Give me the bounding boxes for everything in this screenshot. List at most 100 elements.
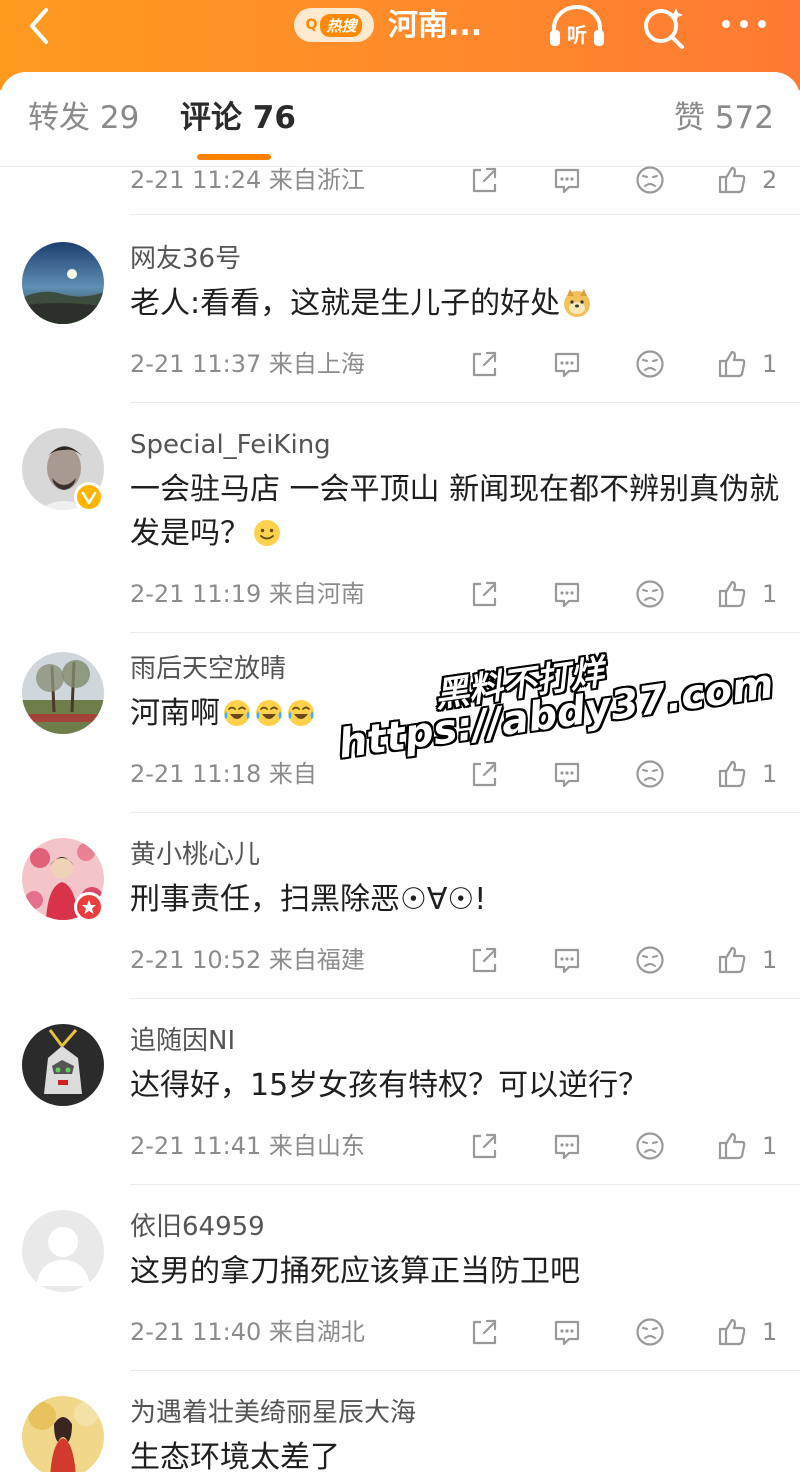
- more-icon[interactable]: [718, 4, 770, 44]
- reply-icon[interactable]: [551, 758, 583, 790]
- dislike-icon[interactable]: [634, 166, 666, 196]
- comment-text-content: 河南啊: [130, 696, 220, 731]
- like-count: 1: [762, 946, 778, 974]
- comment-text: 这男的拿刀捅死应该算正当防卫吧: [130, 1254, 580, 1289]
- reply-icon[interactable]: [551, 166, 583, 196]
- comment-meta: 2-21 11:24 来自浙江 2: [0, 166, 800, 200]
- comment-text: 生态环境太差了: [130, 1440, 340, 1472]
- dislike-icon[interactable]: [634, 578, 666, 610]
- share-icon[interactable]: [468, 578, 500, 610]
- like-count: 1: [762, 760, 778, 788]
- username[interactable]: 网友36号: [130, 242, 241, 276]
- laugh-cry-emoji-icon: [288, 700, 314, 726]
- comment-meta: 2-21 11:40 来自湖北 1: [0, 1312, 800, 1352]
- divider: [130, 214, 800, 215]
- like-icon[interactable]: [716, 578, 748, 610]
- username[interactable]: 追随因NI: [130, 1024, 235, 1058]
- comment-text: 达得好，15岁女孩有特权？可以逆行？: [130, 1068, 649, 1103]
- topic-title[interactable]: 河南...: [388, 4, 482, 48]
- comment-time: 2-21 11:19 来自河南: [130, 580, 365, 608]
- comment-meta: 2-21 10:52 来自福建 1: [0, 940, 800, 980]
- divider: [130, 632, 800, 633]
- back-icon[interactable]: [20, 6, 60, 46]
- comment-text-content: 一会驻马店 一会平顶山 新闻现在都不辨别真伪就发是吗？: [130, 472, 780, 551]
- reply-icon[interactable]: [551, 1130, 583, 1162]
- dislike-icon[interactable]: [634, 348, 666, 380]
- reply-icon[interactable]: [551, 1316, 583, 1348]
- comment-meta: 2-21 11:19 来自河南 1: [0, 574, 800, 614]
- share-icon[interactable]: [468, 348, 500, 380]
- like-count: 2: [762, 166, 778, 194]
- tab-bar: 转发 29 评论 76 赞 572: [0, 72, 800, 167]
- dislike-icon[interactable]: [634, 758, 666, 790]
- comment-text-content: 老人:看看，这就是生儿子的好处: [130, 286, 561, 321]
- divider: [130, 812, 800, 813]
- comment-text: 刑事责任，扫黑除恶☉∀☉!: [130, 882, 487, 917]
- comment-time: 2-21 10:52 来自福建: [130, 946, 365, 974]
- like-icon[interactable]: [716, 944, 748, 976]
- laugh-cry-emoji-icon: [224, 700, 250, 726]
- verified-badge-icon: [74, 482, 104, 512]
- active-tab-indicator: [197, 154, 271, 160]
- share-icon[interactable]: [468, 944, 500, 976]
- tab-like[interactable]: 赞 572: [674, 96, 774, 140]
- comment-meta: 2-21 11:18 来自 1: [0, 754, 800, 794]
- share-icon[interactable]: [468, 1130, 500, 1162]
- reply-icon[interactable]: [551, 944, 583, 976]
- divider: [130, 1370, 800, 1371]
- laugh-cry-emoji-icon: [256, 700, 282, 726]
- comment-meta: 2-21 11:37 来自上海 1: [0, 344, 800, 384]
- like-icon[interactable]: [716, 348, 748, 380]
- reply-icon[interactable]: [551, 578, 583, 610]
- dislike-icon[interactable]: [634, 944, 666, 976]
- like-icon[interactable]: [716, 758, 748, 790]
- share-icon[interactable]: [468, 166, 500, 196]
- hot-search-label: 热搜: [320, 13, 363, 37]
- comment-text: 一会驻马店 一会平顶山 新闻现在都不辨别真伪就发是吗？: [130, 468, 780, 556]
- like-icon[interactable]: [716, 166, 748, 196]
- search-icon[interactable]: [640, 4, 688, 52]
- like-count: 1: [762, 1132, 778, 1160]
- username[interactable]: Special_FeiKing: [130, 428, 331, 462]
- divider: [130, 998, 800, 999]
- hot-search-badge[interactable]: Q 热搜: [294, 8, 374, 42]
- tab-repost[interactable]: 转发 29: [28, 96, 139, 140]
- divider: [130, 1184, 800, 1185]
- avatar[interactable]: [22, 242, 104, 324]
- share-icon[interactable]: [468, 758, 500, 790]
- like-count: 1: [762, 580, 778, 608]
- comment-time: 2-21 11:18 来自: [130, 760, 317, 788]
- comment-list: 2-21 11:24 来自浙江 2 网友36号 老人:看看，这就是生儿子的好处 …: [0, 166, 800, 1472]
- divider: [130, 402, 800, 403]
- comment-time: 2-21 11:24 来自浙江: [130, 166, 365, 194]
- hot-search-q: Q: [305, 17, 318, 33]
- listen-button[interactable]: 听: [546, 4, 608, 50]
- username[interactable]: 为遇着壮美绮丽星辰大海: [130, 1396, 416, 1430]
- smile-emoji-icon: [254, 520, 280, 546]
- reply-icon[interactable]: [551, 348, 583, 380]
- like-count: 1: [762, 1318, 778, 1346]
- doge-emoji-icon: [564, 289, 591, 317]
- listen-label: 听: [567, 23, 587, 47]
- avatar[interactable]: [22, 1396, 104, 1472]
- avatar[interactable]: [22, 652, 104, 734]
- comment-text: 河南啊: [130, 692, 780, 736]
- username[interactable]: 依旧64959: [130, 1210, 265, 1244]
- red-star-badge-icon: [74, 892, 104, 922]
- comment-time: 2-21 11:41 来自山东: [130, 1132, 365, 1160]
- comment-time: 2-21 11:40 来自湖北: [130, 1318, 365, 1346]
- like-count: 1: [762, 350, 778, 378]
- username[interactable]: 黄小桃心儿: [130, 838, 260, 872]
- avatar[interactable]: [22, 1024, 104, 1106]
- username[interactable]: 雨后天空放晴: [130, 652, 286, 686]
- comment-time: 2-21 11:37 来自上海: [130, 350, 365, 378]
- like-icon[interactable]: [716, 1316, 748, 1348]
- comment-text: 老人:看看，这就是生儿子的好处: [130, 282, 780, 326]
- dislike-icon[interactable]: [634, 1130, 666, 1162]
- share-icon[interactable]: [468, 1316, 500, 1348]
- dislike-icon[interactable]: [634, 1316, 666, 1348]
- comment-meta: 2-21 11:41 来自山东 1: [0, 1126, 800, 1166]
- avatar[interactable]: [22, 1210, 104, 1292]
- tab-comment[interactable]: 评论 76: [180, 96, 296, 140]
- like-icon[interactable]: [716, 1130, 748, 1162]
